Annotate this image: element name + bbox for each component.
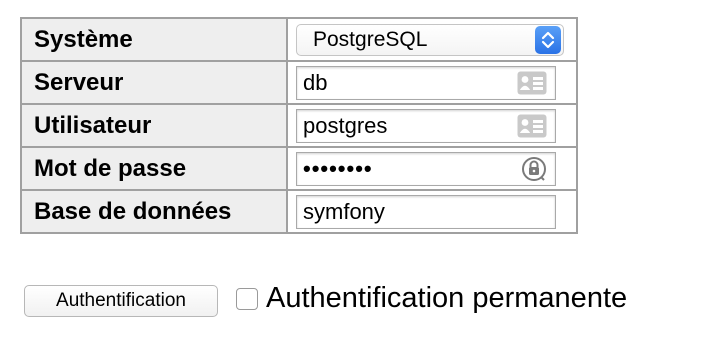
server-label: Serveur — [20, 60, 288, 105]
password-input-value: •••••••• — [303, 155, 373, 181]
password-input[interactable]: •••••••• — [296, 151, 556, 186]
server-input[interactable]: db — [296, 65, 556, 100]
database-input[interactable]: symfony — [296, 194, 556, 229]
permanent-login[interactable]: Authentification permanente — [236, 282, 627, 315]
username-label: Utilisateur — [20, 103, 288, 148]
login-page: Système PostgreSQL Serveur db Utilisateu… — [0, 0, 728, 342]
database-label: Base de données — [20, 189, 288, 234]
system-select[interactable]: PostgreSQL — [296, 23, 564, 56]
authentication-button[interactable]: Authentification — [24, 285, 218, 317]
system-label: Système — [20, 17, 288, 62]
username-input[interactable]: postgres — [296, 108, 556, 143]
password-row: Mot de passe •••••••• — [20, 146, 578, 191]
server-row: Serveur db — [20, 60, 578, 105]
system-select-value: PostgreSQL — [313, 27, 428, 51]
key-icon[interactable] — [521, 156, 547, 182]
contact-card-icon[interactable] — [517, 71, 547, 95]
username-row: Utilisateur postgres — [20, 103, 578, 148]
system-row: Système PostgreSQL — [20, 17, 578, 62]
contact-card-icon[interactable] — [517, 114, 547, 138]
login-form-table: Système PostgreSQL Serveur db Utilisateu… — [20, 17, 578, 234]
server-input-value: db — [303, 69, 328, 95]
username-input-value: postgres — [303, 112, 388, 138]
permanent-login-label[interactable]: Authentification permanente — [266, 282, 627, 315]
password-label: Mot de passe — [20, 146, 288, 191]
select-arrows-icon[interactable] — [535, 25, 561, 54]
permanent-login-checkbox[interactable] — [236, 287, 258, 310]
database-row: Base de données symfony — [20, 189, 578, 234]
database-input-value: symfony — [303, 198, 385, 224]
